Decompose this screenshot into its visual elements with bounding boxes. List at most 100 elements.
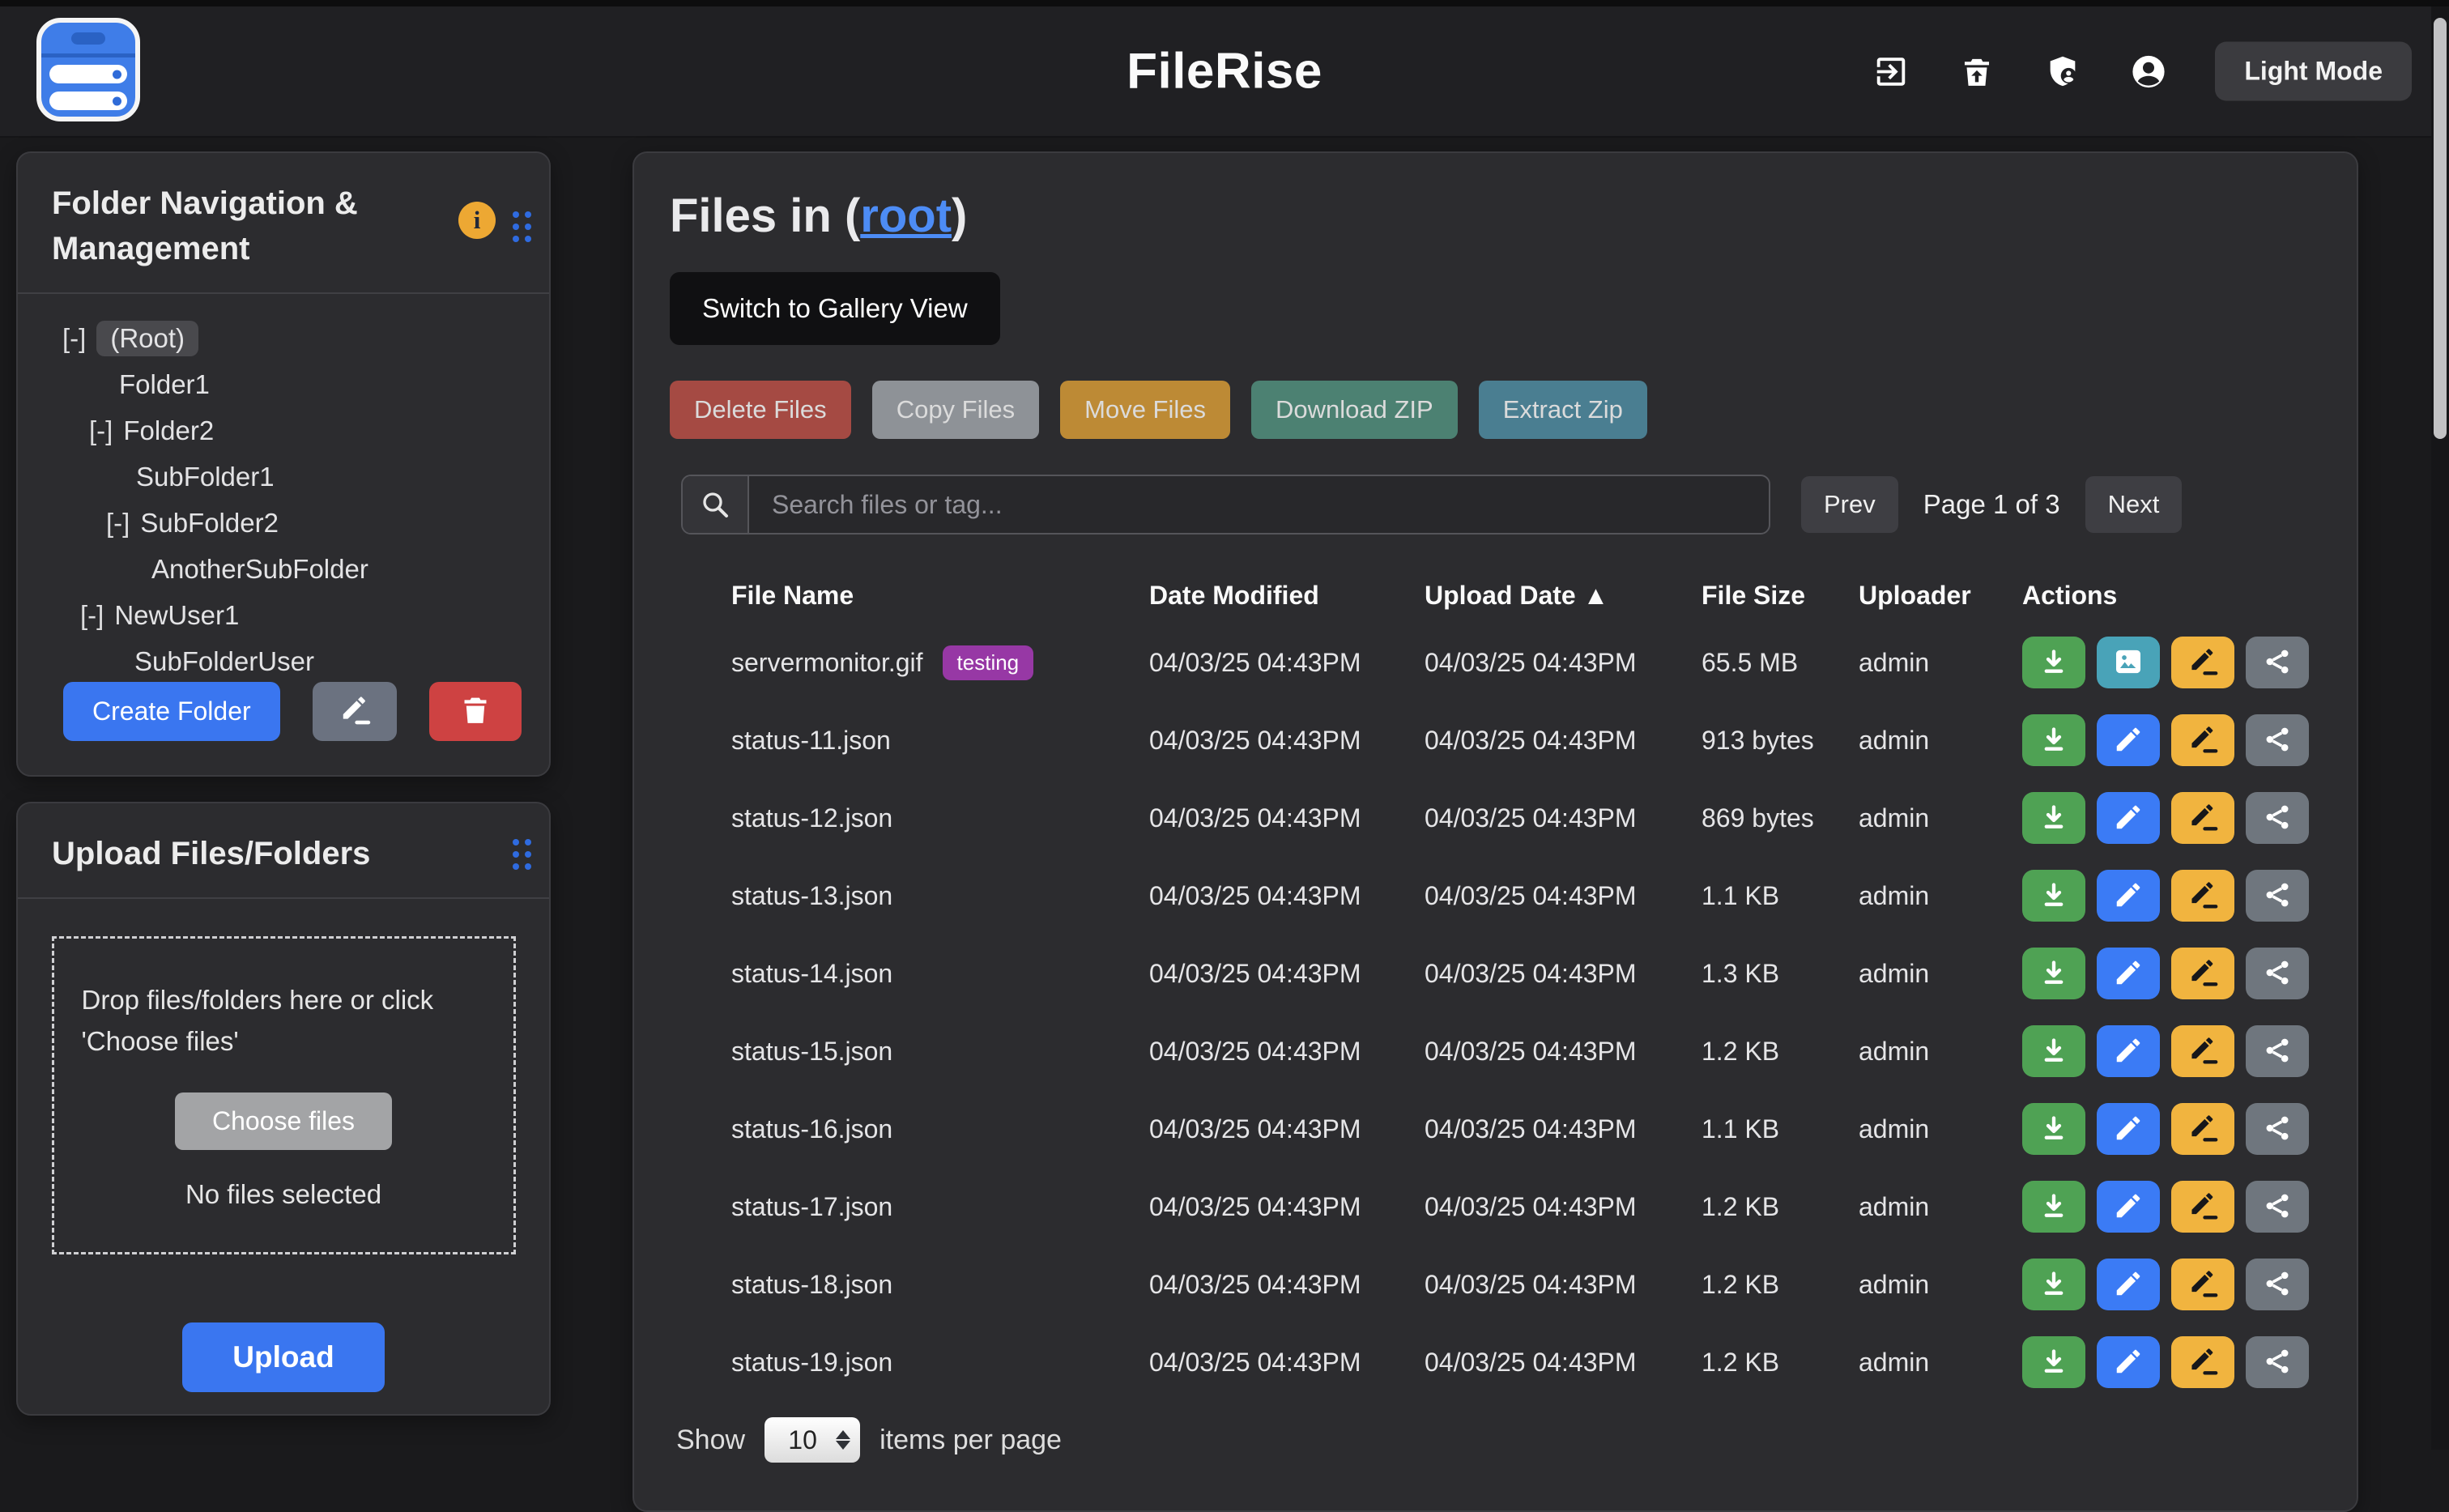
edit-file-button[interactable] bbox=[2097, 1025, 2160, 1077]
folder-label[interactable]: SubFolder2 bbox=[140, 508, 279, 539]
restore-trash-icon[interactable] bbox=[1957, 52, 1996, 91]
drag-handle-icon[interactable] bbox=[513, 211, 531, 242]
rename-file-button[interactable] bbox=[2171, 1181, 2234, 1233]
share-file-button[interactable] bbox=[2246, 1181, 2309, 1233]
extract-zip-button[interactable]: Extract Zip bbox=[1479, 381, 1647, 439]
edit-file-button[interactable] bbox=[2097, 948, 2160, 999]
rename-file-button[interactable] bbox=[2171, 1103, 2234, 1155]
rename-file-button[interactable] bbox=[2171, 870, 2234, 922]
switch-gallery-view-button[interactable]: Switch to Gallery View bbox=[670, 272, 1000, 345]
share-file-button[interactable] bbox=[2246, 714, 2309, 766]
file-name[interactable]: status-17.json bbox=[731, 1192, 892, 1222]
download-file-button[interactable] bbox=[2022, 1259, 2085, 1310]
file-name[interactable]: status-19.json bbox=[731, 1348, 892, 1378]
preview-file-button[interactable] bbox=[2097, 637, 2160, 688]
folder-label[interactable]: (Root) bbox=[96, 321, 198, 356]
rename-file-button[interactable] bbox=[2171, 1336, 2234, 1388]
items-per-page-select[interactable]: 10 bbox=[765, 1417, 860, 1463]
root-folder-link[interactable]: root bbox=[860, 190, 952, 242]
download-file-button[interactable] bbox=[2022, 1025, 2085, 1077]
column-header-file-name[interactable]: File Name bbox=[731, 581, 1149, 611]
delete-files-button[interactable]: Delete Files bbox=[670, 381, 851, 439]
info-icon[interactable]: i bbox=[458, 202, 496, 239]
share-file-button[interactable] bbox=[2246, 1336, 2309, 1388]
create-folder-button[interactable]: Create Folder bbox=[63, 682, 280, 741]
edit-file-button[interactable] bbox=[2097, 1181, 2160, 1233]
file-name[interactable]: status-18.json bbox=[731, 1270, 892, 1300]
folder-tree-item-subfolderuser[interactable]: SubFolderUser bbox=[18, 638, 549, 684]
account-circle-icon[interactable] bbox=[2129, 52, 2168, 91]
folder-tree-item-root[interactable]: [-] (Root) bbox=[18, 315, 549, 361]
download-file-button[interactable] bbox=[2022, 870, 2085, 922]
rename-folder-button[interactable] bbox=[313, 682, 397, 741]
share-file-button[interactable] bbox=[2246, 792, 2309, 844]
edit-file-button[interactable] bbox=[2097, 1103, 2160, 1155]
tree-collapse-toggle[interactable]: [-] bbox=[106, 508, 130, 539]
rename-file-button[interactable] bbox=[2171, 1025, 2234, 1077]
download-file-button[interactable] bbox=[2022, 1336, 2085, 1388]
file-name[interactable]: status-16.json bbox=[731, 1114, 892, 1144]
download-zip-button[interactable]: Download ZIP bbox=[1251, 381, 1458, 439]
file-name[interactable]: status-15.json bbox=[731, 1037, 892, 1067]
tree-collapse-toggle[interactable]: [-] bbox=[89, 415, 113, 446]
folder-tree-item-newuser1[interactable]: [-] NewUser1 bbox=[18, 592, 549, 638]
column-header-date-modified[interactable]: Date Modified bbox=[1149, 581, 1425, 611]
edit-file-button[interactable] bbox=[2097, 1336, 2160, 1388]
admin-shield-icon[interactable] bbox=[2043, 52, 2082, 91]
page-scrollbar-thumb[interactable] bbox=[2434, 18, 2447, 439]
file-name[interactable]: status-14.json bbox=[731, 959, 892, 989]
column-header-upload-date[interactable]: Upload Date ▲ bbox=[1425, 581, 1702, 611]
share-file-button[interactable] bbox=[2246, 1103, 2309, 1155]
logout-icon[interactable] bbox=[1872, 52, 1910, 91]
copy-files-button[interactable]: Copy Files bbox=[872, 381, 1039, 439]
prev-page-button[interactable]: Prev bbox=[1801, 476, 1898, 533]
rename-file-button[interactable] bbox=[2171, 948, 2234, 999]
download-file-button[interactable] bbox=[2022, 637, 2085, 688]
rename-file-button[interactable] bbox=[2171, 792, 2234, 844]
share-file-button[interactable] bbox=[2246, 1025, 2309, 1077]
edit-file-button[interactable] bbox=[2097, 792, 2160, 844]
file-name[interactable]: status-11.json bbox=[731, 726, 891, 756]
folder-label[interactable]: Folder1 bbox=[119, 369, 210, 400]
share-file-button[interactable] bbox=[2246, 870, 2309, 922]
folder-label[interactable]: SubFolder1 bbox=[136, 462, 275, 492]
light-mode-button[interactable]: Light Mode bbox=[2215, 42, 2412, 101]
column-header-actions[interactable]: Actions bbox=[2022, 581, 2311, 611]
next-page-button[interactable]: Next bbox=[2085, 476, 2183, 533]
drag-handle-icon[interactable] bbox=[513, 839, 531, 870]
edit-file-button[interactable] bbox=[2097, 714, 2160, 766]
file-name[interactable]: status-13.json bbox=[731, 881, 892, 911]
choose-files-button[interactable]: Choose files bbox=[175, 1092, 392, 1150]
file-dropzone[interactable]: Drop files/folders here or click 'Choose… bbox=[52, 936, 516, 1254]
folder-tree-item-subfolder1[interactable]: SubFolder1 bbox=[18, 454, 549, 500]
folder-label[interactable]: Folder2 bbox=[123, 415, 214, 446]
delete-folder-button[interactable] bbox=[429, 682, 522, 741]
tree-collapse-toggle[interactable]: [-] bbox=[80, 600, 104, 631]
download-file-button[interactable] bbox=[2022, 792, 2085, 844]
share-file-button[interactable] bbox=[2246, 1259, 2309, 1310]
folder-label[interactable]: SubFolderUser bbox=[134, 646, 314, 677]
search-input[interactable] bbox=[749, 476, 1769, 533]
folder-tree-item-folder2[interactable]: [-] Folder2 bbox=[18, 407, 549, 454]
column-header-uploader[interactable]: Uploader bbox=[1859, 581, 2022, 611]
column-header-file-size[interactable]: File Size bbox=[1702, 581, 1859, 611]
download-file-button[interactable] bbox=[2022, 1103, 2085, 1155]
search-icon[interactable] bbox=[683, 476, 749, 533]
file-name[interactable]: status-12.json bbox=[731, 803, 892, 833]
rename-file-button[interactable] bbox=[2171, 714, 2234, 766]
move-files-button[interactable]: Move Files bbox=[1060, 381, 1230, 439]
tree-collapse-toggle[interactable]: [-] bbox=[62, 323, 86, 354]
folder-tree-item-anothersubfolder[interactable]: AnotherSubFolder bbox=[18, 546, 549, 592]
page-scrollbar-track[interactable] bbox=[2431, 6, 2449, 1450]
download-file-button[interactable] bbox=[2022, 714, 2085, 766]
download-file-button[interactable] bbox=[2022, 1181, 2085, 1233]
rename-file-button[interactable] bbox=[2171, 1259, 2234, 1310]
share-file-button[interactable] bbox=[2246, 948, 2309, 999]
folder-label[interactable]: NewUser1 bbox=[114, 600, 239, 631]
share-file-button[interactable] bbox=[2246, 637, 2309, 688]
edit-file-button[interactable] bbox=[2097, 1259, 2160, 1310]
file-name[interactable]: servermonitor.gif bbox=[731, 648, 923, 678]
edit-file-button[interactable] bbox=[2097, 870, 2160, 922]
folder-tree-item-subfolder2[interactable]: [-] SubFolder2 bbox=[18, 500, 549, 546]
upload-button[interactable]: Upload bbox=[182, 1322, 384, 1392]
